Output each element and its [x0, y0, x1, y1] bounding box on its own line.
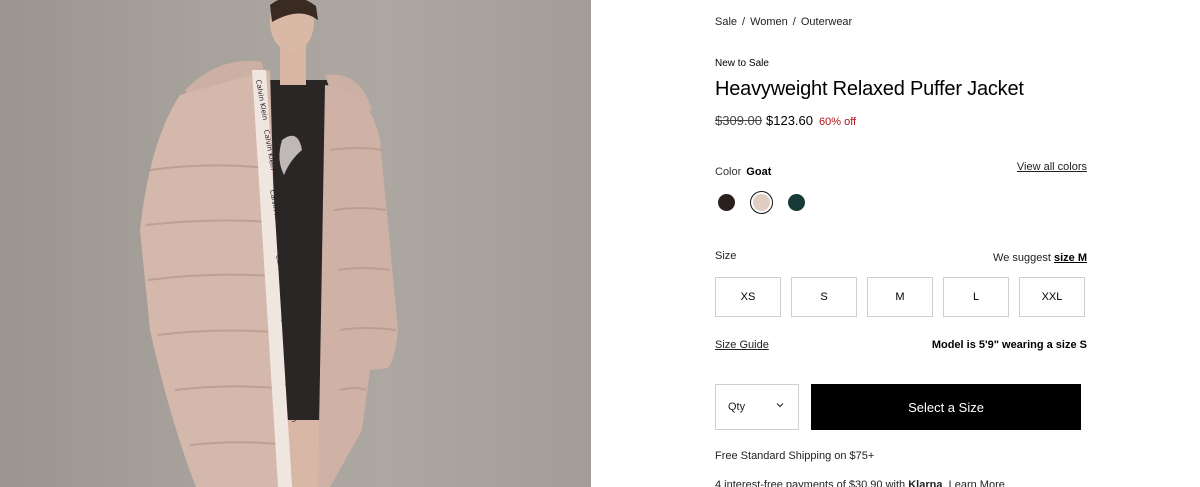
product-image[interactable]: Calvin Klein Calvin Klein Calvin Klein C…	[0, 0, 591, 487]
qty-label: Qty	[728, 401, 746, 413]
discount-label: 60% off	[819, 116, 857, 128]
size-suggestion: We suggest size M	[993, 252, 1087, 264]
coat-right	[318, 85, 398, 487]
original-price: $309.00	[715, 113, 762, 128]
breadcrumb-separator: /	[742, 16, 746, 28]
klarna-logo: Klarna	[908, 479, 943, 487]
breadcrumb: Sale / Women / Outerwear	[715, 16, 852, 28]
suggested-size-link[interactable]: size M	[1054, 252, 1087, 264]
chevron-down-icon	[776, 403, 784, 408]
color-swatches	[715, 191, 808, 214]
product-details: Sale / Women / Outerwear New to Sale Heavywe…	[715, 0, 1087, 487]
breadcrumb-women[interactable]: Women	[750, 16, 788, 28]
klarna-text: 4 interest-free payments of $30.90 with	[715, 479, 906, 487]
breadcrumb-sale[interactable]: Sale	[715, 16, 737, 28]
product-title: Heavyweight Relaxed Puffer Jacket	[715, 78, 1024, 100]
model-photo: Calvin Klein Calvin Klein Calvin Klein C…	[140, 0, 398, 487]
size-label: Size	[715, 250, 737, 262]
suggest-prefix: We suggest	[993, 252, 1051, 264]
select-size-button[interactable]: Select a Size	[811, 384, 1081, 430]
swatch-black-brown[interactable]	[715, 191, 738, 214]
size-options: XS S M L XXL	[715, 277, 1085, 317]
model-info: Model is 5'9" wearing a size S	[931, 339, 1087, 351]
shipping-info: Free Standard Shipping on $75+	[715, 450, 875, 462]
color-label: Color	[715, 166, 742, 178]
klarna-info: 4 interest-free payments of $30.90 with …	[715, 479, 1005, 487]
size-guide-link[interactable]: Size Guide	[715, 339, 769, 351]
klarna-learn-more-link[interactable]: Learn More	[949, 479, 1005, 487]
swatch-dot	[753, 194, 770, 211]
size-guide-row: Size Guide Model is 5'9" wearing a size …	[715, 339, 1087, 351]
breadcrumb-separator: /	[792, 16, 796, 28]
size-m-button[interactable]: M	[867, 277, 933, 317]
price: $309.00 $123.60 60% off	[715, 113, 856, 128]
view-all-colors-link[interactable]: View all colors	[1017, 161, 1087, 173]
size-s-button[interactable]: S	[791, 277, 857, 317]
selected-color: Goat	[746, 166, 772, 178]
sale-badge: New to Sale	[715, 58, 769, 69]
size-l-button[interactable]: L	[943, 277, 1009, 317]
size-xxl-button[interactable]: XXL	[1019, 277, 1085, 317]
swatch-goat[interactable]	[750, 191, 773, 214]
size-header: Size We suggest size M	[715, 250, 1087, 264]
swatch-dot	[788, 194, 805, 211]
breadcrumb-outerwear[interactable]: Outerwear	[801, 16, 852, 28]
size-xs-button[interactable]: XS	[715, 277, 781, 317]
color-selector-header: Color Goat View all colors	[715, 161, 1087, 180]
sale-price: $123.60	[766, 113, 813, 128]
swatch-dark-green[interactable]	[785, 191, 808, 214]
swatch-dot	[718, 194, 735, 211]
quantity-select[interactable]: Qty	[715, 384, 799, 430]
